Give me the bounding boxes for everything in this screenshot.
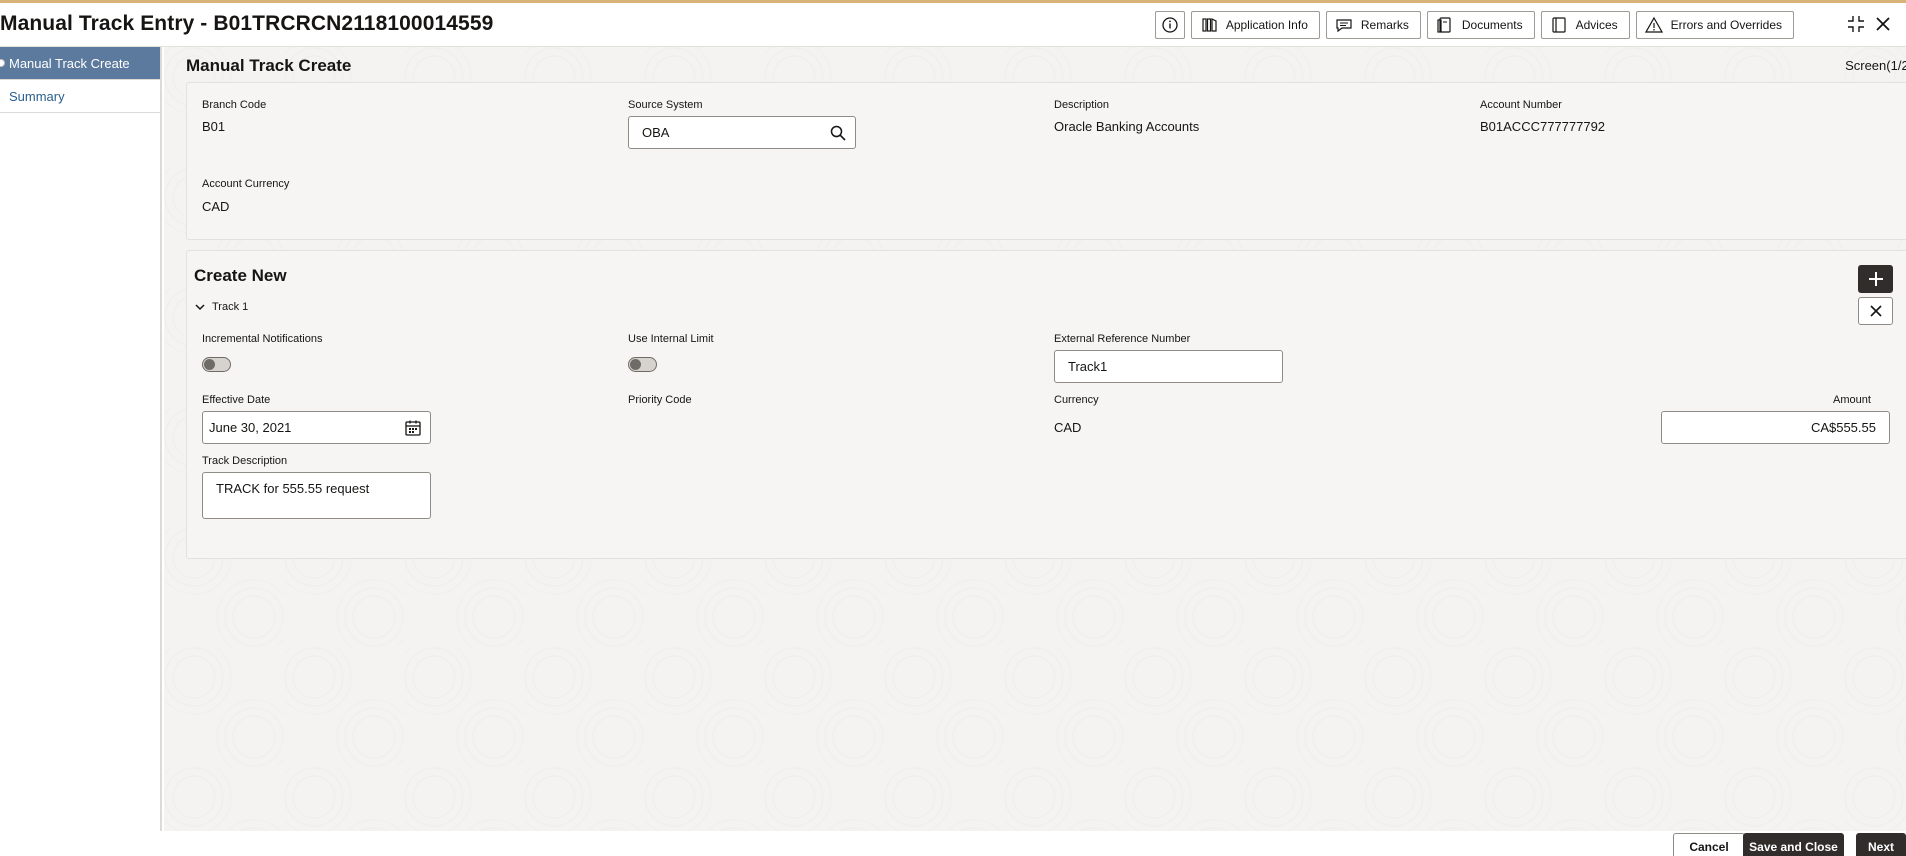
search-icon[interactable] — [829, 124, 847, 142]
building-columns-icon — [1202, 18, 1217, 32]
sidebar-item-manual-track-create[interactable]: Manual Track Create — [0, 47, 160, 80]
source-system-input[interactable]: OBA — [628, 116, 856, 149]
errors-overrides-button[interactable]: Errors and Overrides — [1635, 11, 1794, 39]
track-description-label: Track Description — [202, 455, 288, 467]
application-info-label: Application Info — [1225, 18, 1308, 32]
description-label: Description — [1054, 99, 1110, 111]
remarks-button[interactable]: Remarks — [1325, 11, 1421, 39]
advices-label: Advices — [1575, 18, 1618, 32]
incremental-notifications-switch[interactable] — [202, 357, 231, 372]
effective-date-value: June 30, 2021 — [209, 420, 292, 435]
top-accent-stripe — [0, 0, 1906, 3]
effective-date-input[interactable]: June 30, 2021 — [202, 411, 431, 444]
application-info-button[interactable]: Application Info — [1190, 11, 1320, 39]
account-currency-value: CAD — [202, 199, 230, 214]
effective-date-label: Effective Date — [202, 394, 271, 406]
account-number-label: Account Number — [1480, 99, 1562, 111]
sidebar-item-summary[interactable]: Summary — [0, 80, 160, 113]
remarks-label: Remarks — [1360, 18, 1409, 32]
window-title: Manual Track Entry - B01TRCRCN2118100014… — [0, 12, 494, 35]
book-icon — [1551, 17, 1566, 33]
title-bar: Manual Track Entry - B01TRCRCN2118100014… — [0, 0, 1906, 47]
currency-label: Currency — [1054, 394, 1099, 406]
info-button[interactable] — [1154, 11, 1185, 39]
header-toolbar: Application Info Remarks Documents Advic… — [1154, 11, 1794, 39]
documents-icon — [1437, 17, 1451, 33]
info-icon — [1162, 17, 1178, 33]
chevron-down-icon — [195, 304, 205, 311]
documents-button[interactable]: Documents — [1426, 11, 1535, 39]
external-reference-value: Track1 — [1068, 359, 1108, 374]
warning-triangle-icon — [1644, 16, 1663, 33]
screen-counter: Screen(1/2) — [1845, 58, 1906, 73]
source-system-label: Source System — [628, 99, 703, 111]
description-value: Oracle Banking Accounts — [1054, 119, 1200, 134]
amount-input[interactable]: CA$555.55 — [1661, 411, 1890, 444]
priority-code-label: Priority Code — [628, 394, 692, 406]
sidebar-item-label: Manual Track Create — [9, 55, 130, 71]
amount-label: Amount — [1833, 394, 1871, 406]
chat-bubble-icon — [1336, 19, 1352, 33]
sidebar-item-label: Summary — [9, 88, 65, 104]
plus-icon — [1868, 272, 1883, 286]
next-button[interactable]: Next — [1856, 833, 1906, 856]
branch-code-value: B01 — [202, 119, 226, 134]
amount-value: CA$555.55 — [1810, 420, 1876, 435]
errors-overrides-label: Errors and Overrides — [1670, 18, 1782, 32]
track-1-toggle[interactable]: Track 1 — [194, 301, 248, 313]
cancel-button[interactable]: Cancel — [1673, 833, 1745, 856]
advices-button[interactable]: Advices — [1540, 11, 1630, 39]
external-reference-label: External Reference Number — [1054, 333, 1191, 345]
close-window-button[interactable] — [1872, 13, 1894, 35]
use-internal-limit-label: Use Internal Limit — [628, 333, 714, 345]
save-and-close-button[interactable]: Save and Close — [1743, 833, 1844, 856]
remove-track-button[interactable] — [1858, 297, 1893, 325]
close-icon — [1869, 305, 1882, 317]
source-system-value: OBA — [642, 125, 670, 140]
section-title: Manual Track Create — [186, 56, 352, 75]
branch-code-label: Branch Code — [202, 99, 267, 111]
account-number-value: B01ACCC777777792 — [1480, 119, 1606, 134]
track-description-textarea[interactable]: TRACK for 555.55 request — [202, 472, 431, 519]
create-new-panel: Create New Track 1 Incremental Notificat… — [186, 250, 1906, 559]
use-internal-limit-switch[interactable] — [628, 357, 657, 372]
currency-value: CAD — [1054, 420, 1082, 435]
account-details-panel: Branch Code B01 Source System OBA Descri… — [186, 82, 1906, 240]
main-content: Manual Track Create Screen(1/2) Branch C… — [164, 47, 1906, 831]
add-track-button[interactable] — [1858, 265, 1893, 293]
documents-label: Documents — [1461, 18, 1523, 32]
minimize-window-button[interactable] — [1845, 13, 1867, 35]
step-indicator-dot — [0, 59, 5, 67]
track-label: Track 1 — [212, 301, 249, 313]
step-sidebar: Manual Track Create Summary — [0, 47, 162, 831]
calendar-icon[interactable] — [404, 419, 422, 437]
create-new-title: Create New — [194, 266, 287, 285]
track-description-value: TRACK for 555.55 request — [216, 481, 370, 496]
incremental-notifications-label: Incremental Notifications — [202, 333, 323, 345]
account-currency-label: Account Currency — [202, 178, 290, 190]
collapse-arrows-icon — [1848, 16, 1864, 32]
external-reference-input[interactable]: Track1 — [1054, 350, 1283, 383]
close-icon — [1876, 17, 1890, 31]
